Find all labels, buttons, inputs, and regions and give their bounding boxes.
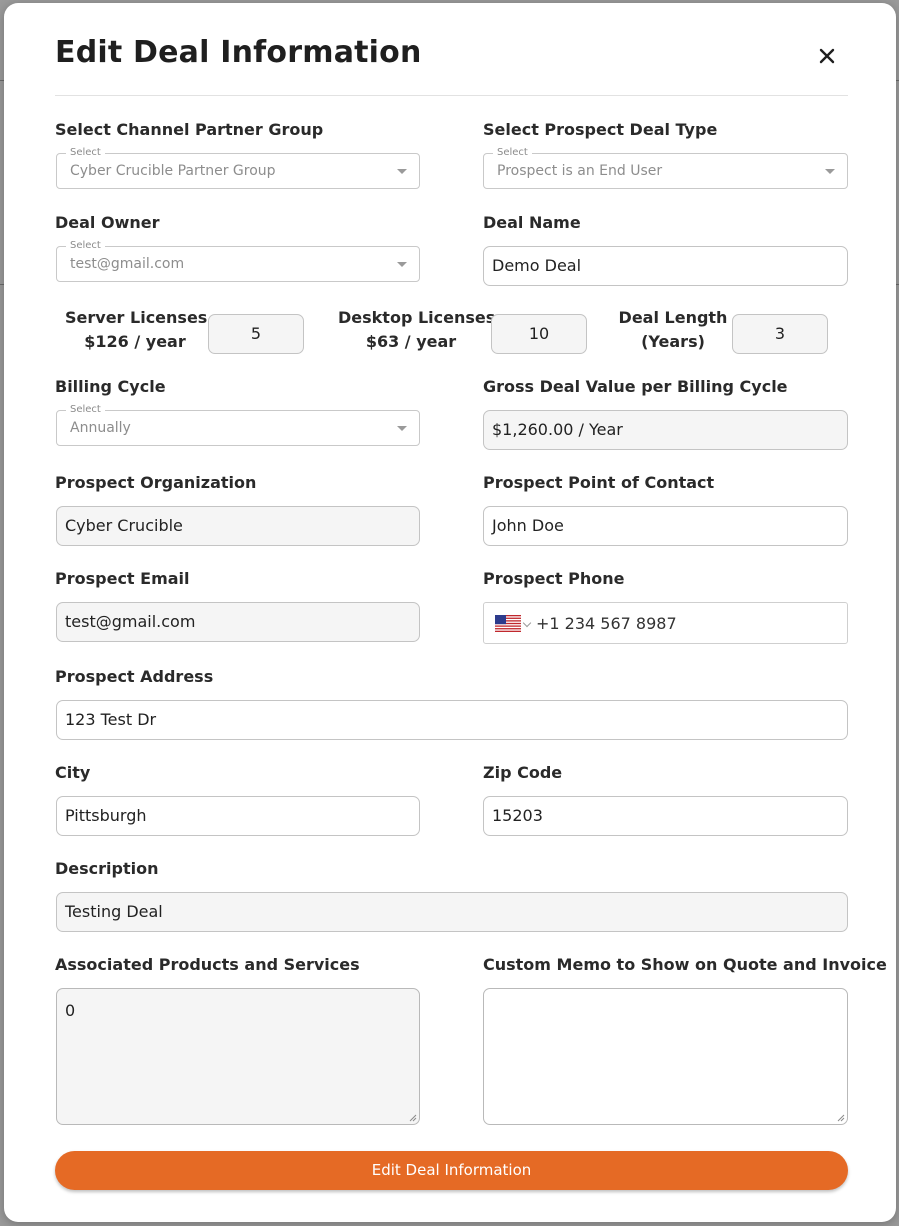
prospect-phone-label: Prospect Phone	[483, 569, 625, 588]
associated-products-value: 0	[65, 1001, 76, 1020]
deal-length-title: Deal Length	[618, 308, 728, 327]
select-value: Prospect is an End User	[497, 163, 663, 179]
caret-down-icon	[397, 169, 407, 174]
deal-length-unit: (Years)	[641, 332, 705, 351]
server-licenses-title: Server Licenses	[65, 308, 208, 327]
gross-deal-value-field: $1,260.00 / Year	[483, 410, 848, 450]
select-legend: Select	[66, 403, 105, 417]
select-value: Cyber Crucible Partner Group	[70, 163, 276, 179]
caret-down-icon	[825, 169, 835, 174]
deal-length-label: Deal Length (Years)	[616, 306, 730, 354]
custom-memo-textarea[interactable]	[483, 988, 848, 1125]
desktop-licenses-title: Desktop Licenses	[338, 308, 496, 327]
phone-number: +1 234 567 8987	[536, 614, 677, 633]
gross-deal-value-label: Gross Deal Value per Billing Cycle	[483, 377, 788, 396]
prospect-deal-type-label: Select Prospect Deal Type	[483, 120, 718, 139]
description-field: Testing Deal	[56, 892, 848, 932]
close-button[interactable]	[814, 43, 840, 69]
prospect-deal-type-select[interactable]: Select Prospect is an End User	[483, 146, 848, 189]
prospect-email-field: test@gmail.com	[56, 602, 420, 642]
desktop-licenses-label: Desktop Licenses $63 / year	[338, 306, 496, 354]
channel-partner-group-label: Select Channel Partner Group	[55, 120, 324, 139]
prospect-email-label: Prospect Email	[55, 569, 190, 588]
custom-memo-label: Custom Memo to Show on Quote and Invoice	[483, 955, 887, 974]
desktop-licenses-input[interactable]: 10	[491, 314, 587, 354]
caret-down-icon	[397, 426, 407, 431]
desktop-licenses-price: $63 / year	[365, 332, 457, 351]
deal-length-input[interactable]: 3	[732, 314, 828, 354]
us-flag-icon[interactable]	[495, 615, 521, 632]
server-licenses-label: Server Licenses $126 / year	[65, 306, 208, 354]
edit-deal-modal: Edit Deal Information Select Channel Par…	[4, 3, 896, 1222]
deal-owner-select[interactable]: Select test@gmail.com	[56, 239, 420, 282]
prospect-address-label: Prospect Address	[55, 667, 214, 686]
select-legend: Select	[66, 146, 105, 160]
associated-products-textarea[interactable]: 0	[56, 988, 420, 1125]
city-label: City	[55, 763, 91, 782]
select-value: Annually	[70, 420, 131, 436]
caret-down-icon	[397, 262, 407, 267]
billing-cycle-select[interactable]: Select Annually	[56, 403, 420, 446]
deal-name-label: Deal Name	[483, 213, 581, 232]
resize-grip-icon[interactable]	[408, 1113, 417, 1122]
select-legend: Select	[66, 239, 105, 253]
close-icon	[819, 48, 835, 64]
deal-owner-label: Deal Owner	[55, 213, 160, 232]
prospect-address-input[interactable]: 123 Test Dr	[56, 700, 848, 740]
select-value: test@gmail.com	[70, 256, 185, 272]
prospect-contact-input[interactable]: John Doe	[483, 506, 848, 546]
description-label: Description	[55, 859, 159, 878]
chevron-down-icon	[522, 618, 532, 628]
associated-products-label: Associated Products and Services	[55, 955, 360, 974]
prospect-contact-label: Prospect Point of Contact	[483, 473, 715, 492]
select-legend: Select	[493, 146, 532, 160]
city-input[interactable]: Pittsburgh	[56, 796, 420, 836]
server-licenses-input[interactable]: 5	[208, 314, 304, 354]
prospect-organization-field: Cyber Crucible	[56, 506, 420, 546]
modal-title: Edit Deal Information	[55, 35, 422, 70]
deal-name-input[interactable]: Demo Deal	[483, 246, 848, 286]
channel-partner-group-select[interactable]: Select Cyber Crucible Partner Group	[56, 146, 420, 189]
prospect-phone-input[interactable]: +1 234 567 8987	[483, 602, 848, 644]
header-divider	[55, 95, 848, 96]
server-licenses-price: $126 / year	[84, 332, 186, 351]
zip-code-input[interactable]: 15203	[483, 796, 848, 836]
edit-deal-submit-button[interactable]: Edit Deal Information	[55, 1151, 848, 1190]
prospect-organization-label: Prospect Organization	[55, 473, 257, 492]
billing-cycle-label: Billing Cycle	[55, 377, 166, 396]
zip-code-label: Zip Code	[483, 763, 563, 782]
resize-grip-icon[interactable]	[836, 1113, 845, 1122]
